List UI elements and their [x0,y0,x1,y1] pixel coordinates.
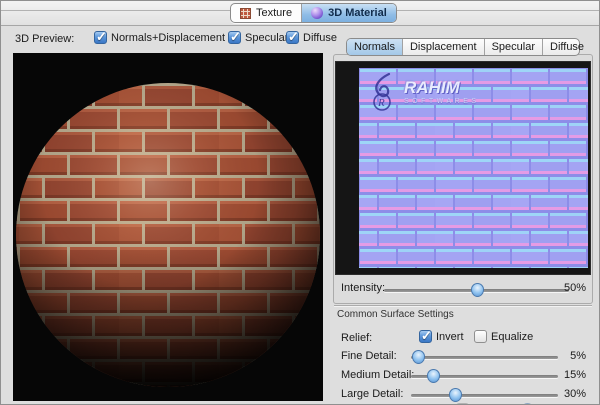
map-group-box: R RAHIM SOFTWARES Intensity: 50% [333,54,593,304]
checkbox-box[interactable] [94,31,107,44]
checkbox-equalize[interactable]: Equalize [474,330,533,343]
tab-3d-material[interactable]: 3D Material [301,4,396,22]
normal-map-preview[interactable]: R RAHIM SOFTWARES [359,68,588,268]
tab-diffuse[interactable]: Diffuse [542,39,591,55]
checkbox-label: Equalize [491,331,533,343]
watermark-text: RAHIM SOFTWARES [404,79,480,105]
fine-detail-label: Fine Detail: [341,350,397,362]
fine-detail-slider-handle[interactable] [412,350,425,364]
checkbox-diffuse[interactable]: Diffuse [286,31,337,44]
preview-title: 3D Preview: [15,33,74,45]
checkbox-label: Normals+Displacement [111,32,225,44]
view-switcher: Texture 3D Material [230,3,397,23]
checkbox-normals-displacement[interactable]: Normals+Displacement [94,31,225,44]
intensity-slider[interactable] [384,289,569,292]
watermark-subtitle: SOFTWARES [404,98,480,105]
checkbox-invert[interactable]: Invert [419,330,464,343]
tab-specular[interactable]: Specular [484,39,542,55]
tab-displacement-label: Displacement [410,41,477,53]
checkbox-box[interactable] [228,31,241,44]
tab-displacement[interactable]: Displacement [402,39,484,55]
checkbox-specular[interactable]: Specular [228,31,288,44]
large-detail-value: 30% [552,388,586,400]
medium-detail-slider-handle[interactable] [427,369,440,383]
checkbox-box[interactable] [474,330,487,343]
tab-texture-label: Texture [256,7,292,19]
map-frame: R RAHIM SOFTWARES [335,61,591,275]
section-divider [334,305,592,306]
watermark: R RAHIM SOFTWARES [369,72,480,112]
relief-label: Relief: [341,332,372,344]
tab-specular-label: Specular [492,41,535,53]
tab-normals[interactable]: Normals [347,39,402,55]
tab-3d-material-label: 3D Material [328,7,387,19]
brick-sphere-render [13,53,323,401]
large-detail-label: Large Detail: [341,388,403,400]
checkbox-label: Diffuse [303,32,337,44]
preview-viewport[interactable] [13,53,323,401]
material-panel: Normals Displacement Specular Diffuse [333,1,600,405]
checkbox-label: Invert [436,331,464,343]
medium-detail-slider[interactable] [411,375,558,378]
large-detail-slider[interactable] [411,394,558,397]
checkbox-box[interactable] [286,31,299,44]
intensity-label: Intensity: [341,282,385,294]
fine-detail-value: 5% [552,350,586,362]
fine-detail-slider[interactable] [411,356,558,359]
large-detail-row: Large Detail: 30% [333,387,593,403]
large-detail-slider-handle[interactable] [449,388,462,402]
medium-detail-label: Medium Detail: [341,369,414,381]
tab-normals-label: Normals [354,41,395,53]
surface-settings-title: Common Surface Settings [337,309,454,320]
intensity-value: 50% [552,282,586,294]
fine-detail-row: Fine Detail: 5% [333,349,593,365]
tab-texture[interactable]: Texture [231,4,301,22]
watermark-logo-icon: R [369,72,399,112]
app-window: Texture 3D Material 3D Preview: Normals+… [0,0,600,405]
sphere-icon [311,7,323,19]
checkbox-box[interactable] [419,330,432,343]
map-tabs: Normals Displacement Specular Diffuse [346,38,580,56]
intensity-slider-handle[interactable] [471,283,484,297]
svg-text:R: R [377,97,385,109]
medium-detail-value: 15% [552,369,586,381]
texture-grid-icon [240,8,251,19]
watermark-title: RAHIM [404,79,480,97]
tab-diffuse-label: Diffuse [550,41,584,53]
checkbox-label: Specular [245,32,288,44]
medium-detail-row: Medium Detail: 15% [333,368,593,384]
